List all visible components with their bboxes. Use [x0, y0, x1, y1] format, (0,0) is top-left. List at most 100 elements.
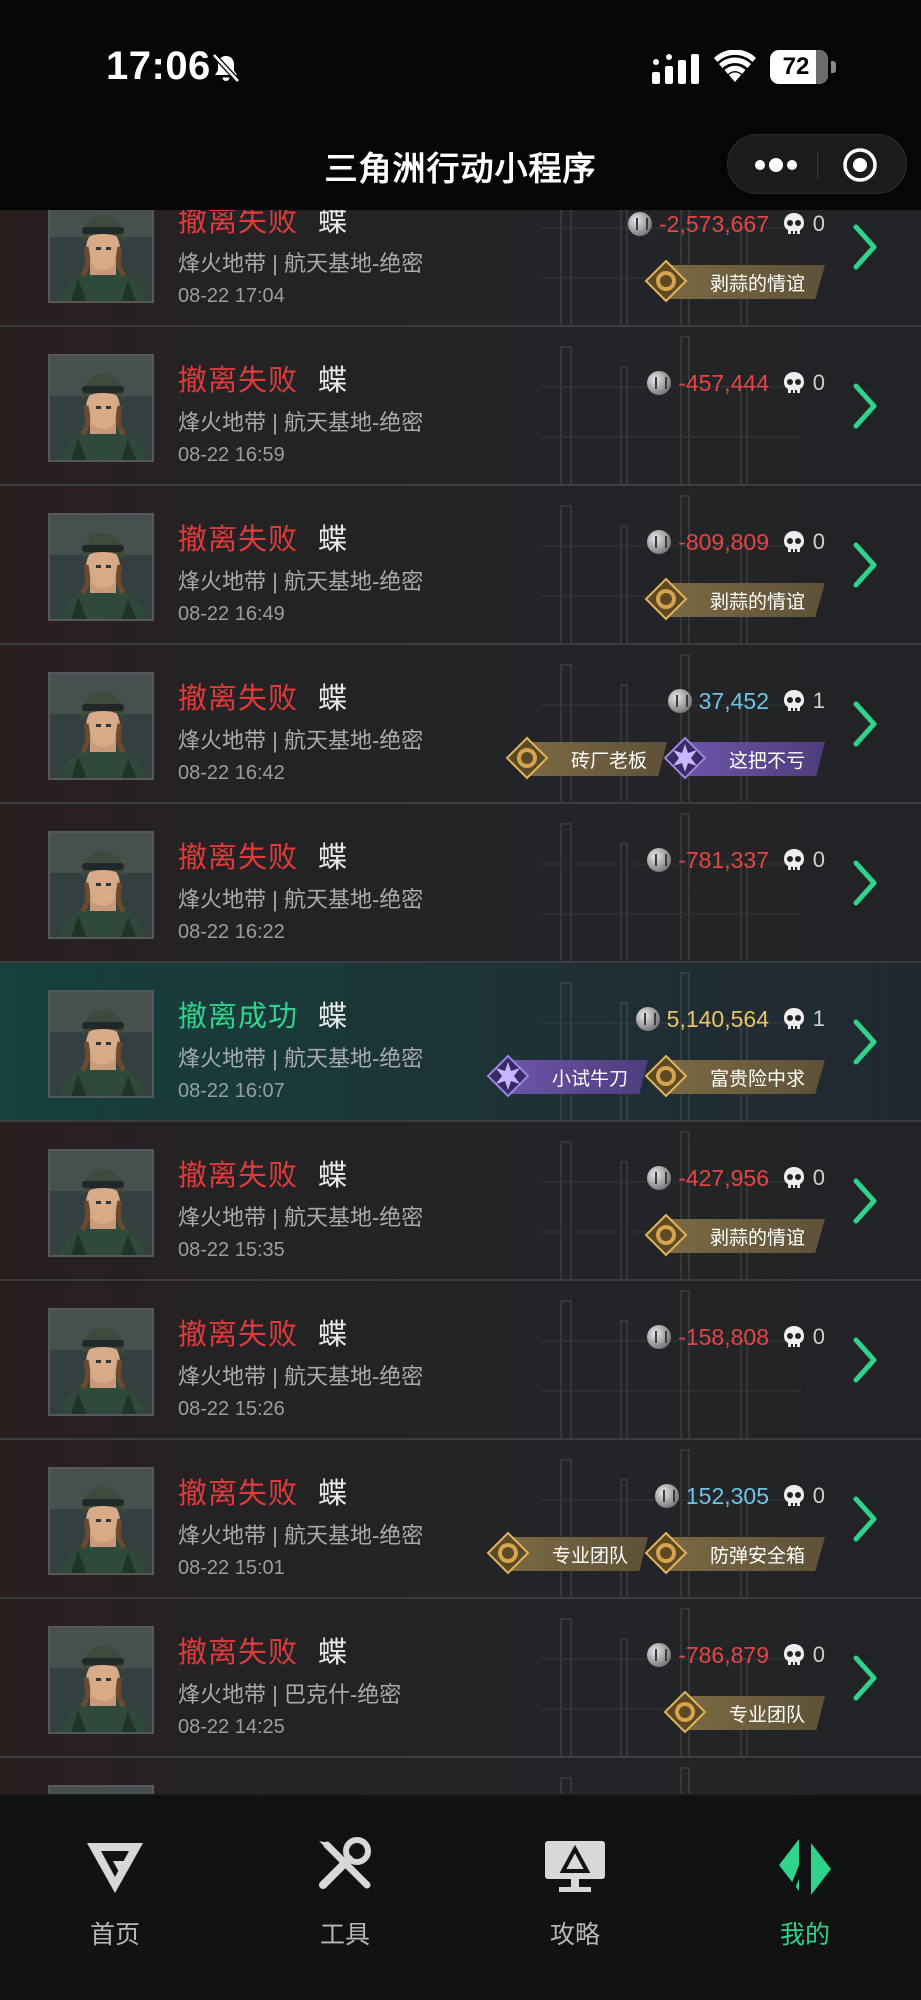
record-row[interactable]: 撤离失败蝶烽火地带 | 航天基地-绝密 08-22 15:26 -158,808 0 [0, 1281, 921, 1440]
operator-avatar [48, 1626, 154, 1734]
gold-gem-icon [644, 259, 688, 303]
map-mode: 烽火地带 | 航天基地-绝密 [178, 1523, 424, 1548]
extraction-status: 撤离失败 [178, 1478, 299, 1510]
operator-portrait-icon [50, 1310, 152, 1414]
record-row[interactable]: 撤离失败蝶烽火地带 | 航天基地-绝密 08-22 15:35 -427,956 0 剥… [0, 1122, 921, 1281]
operator-avatar [48, 354, 154, 462]
row-background-decoration [541, 1131, 801, 1279]
extraction-status: 撤离失败 [178, 842, 299, 874]
chevron-right-icon [853, 1178, 877, 1224]
operator-avatar [48, 1467, 154, 1575]
value-change: -158,808 [647, 1321, 769, 1353]
coin-icon [647, 371, 672, 395]
row-background-decoration [541, 1449, 801, 1597]
more-options-icon[interactable] [746, 149, 806, 181]
match-time: 08-22 17:04 [178, 285, 285, 307]
value-amount: -457,444 [678, 369, 769, 396]
row-background-decoration [541, 813, 801, 961]
kill-count-value: 0 [812, 1642, 825, 1667]
operator-portrait-icon [50, 356, 152, 460]
row-background-decoration [541, 972, 801, 1120]
operator-avatar [48, 1308, 154, 1416]
coin-icon [635, 1007, 660, 1031]
skull-icon [783, 1167, 804, 1189]
value-change: -786,879 [647, 1639, 769, 1671]
achievement-badge: 剥蒜的情谊 [644, 577, 825, 621]
value-amount: -781,337 [678, 846, 769, 873]
achievement-badge: 防弹安全箱 [644, 1531, 825, 1575]
skull-icon [783, 1008, 804, 1030]
record-row[interactable]: 撤离失败蝶烽火地带 | 航天基地-绝密 08-22 17:04 -2,573,667… [0, 210, 921, 327]
value-change: -457,444 [647, 367, 769, 399]
achievement-badge: 这把不亏 [663, 736, 825, 780]
operator-name: 蝶 [318, 1478, 348, 1510]
row-background-decoration [560, 1767, 690, 1794]
tab-home-label: 首页 [89, 1921, 140, 1949]
bottom-tab-bar: 首页 工具 攻略 我的 [0, 1794, 921, 2000]
extraction-status: 撤离成功 [178, 1001, 299, 1033]
capsule-divider [817, 151, 818, 179]
chevron-right-icon [853, 1496, 877, 1542]
achievement-badge: 专业团队 [663, 1690, 825, 1734]
tools-icon [319, 1837, 371, 1889]
operator-portrait-icon [50, 1787, 152, 1794]
coin-icon [667, 689, 692, 713]
extraction-status: 撤离失败 [178, 524, 299, 556]
row-background-decoration [541, 1290, 801, 1438]
value-change: -427,956 [647, 1162, 769, 1194]
close-miniprogram-icon[interactable] [841, 146, 879, 184]
row-background-decoration [541, 495, 801, 643]
value-change: 37,452 [667, 685, 769, 717]
achievement-badge: 富贵险中求 [644, 1054, 825, 1098]
record-row[interactable]: 撤离失败蝶烽火地带 | 航天基地-绝密 08-22 16:49 -809,809 0 剥… [0, 486, 921, 645]
operator-name: 蝶 [318, 210, 348, 238]
row-background-decoration [541, 336, 801, 484]
kill-count: 1 [783, 1003, 825, 1035]
tab-mine[interactable]: 我的 [740, 1835, 870, 1955]
map-mode: 烽火地带 | 航天基地-绝密 [178, 569, 424, 594]
achievement-badges: 小试牛刀 富贵险中求 [486, 1054, 825, 1098]
home-logo-icon [87, 1843, 143, 1893]
operator-avatar [48, 210, 154, 303]
tab-home[interactable]: 首页 [50, 1835, 180, 1955]
record-row[interactable]: 撤离成功蝶烽火地带 | 航天基地-绝密 08-22 16:07 5,140,564 1… [0, 963, 921, 1122]
match-record-list-inner: 撤离失败蝶烽火地带 | 航天基地-绝密 08-22 17:04 -2,573,667… [0, 210, 921, 1794]
record-row[interactable]: 撤离失败蝶烽火地带 | 航天基地-绝密 08-22 16:22 -781,337 0 [0, 804, 921, 963]
skull-icon [783, 1326, 804, 1348]
tab-tools[interactable]: 工具 [280, 1835, 410, 1955]
coin-icon [647, 530, 672, 554]
achievement-badge: 剥蒜的情谊 [644, 1213, 825, 1257]
record-row[interactable]: 撤离失败蝶 [0, 1758, 921, 1794]
chevron-right-icon [853, 1655, 877, 1701]
record-row[interactable]: 撤离失败蝶烽火地带 | 航天基地-绝密 08-22 15:01 152,305 0 专业… [0, 1440, 921, 1599]
achievement-badges: 剥蒜的情谊 [644, 259, 825, 303]
record-row[interactable]: 撤离失败蝶烽火地带 | 航天基地-绝密 08-22 16:59 -457,444 0 [0, 327, 921, 486]
extraction-status: 撤离失败 [178, 1637, 299, 1669]
purple-gem-icon [486, 1054, 530, 1098]
operator-name: 蝶 [318, 842, 348, 874]
row-background-decoration [541, 654, 801, 802]
record-row[interactable]: 撤离失败蝶烽火地带 | 航天基地-绝密 08-22 16:42 37,452 1 砖厂老… [0, 645, 921, 804]
operator-avatar [48, 513, 154, 621]
match-record-list[interactable]: 撤离失败蝶烽火地带 | 航天基地-绝密 08-22 17:04 -2,573,667… [0, 210, 921, 1794]
bell-muted-icon [212, 53, 240, 83]
tab-guide[interactable]: 攻略 [510, 1835, 640, 1955]
app-screen: 17:06 72 三角洲行动小程序 撤离失败 蝶 烽火地带 | 航天基地-绝密 … [0, 0, 921, 2000]
value-amount: 37,452 [698, 687, 769, 714]
map-mode: 烽火地带 | 航天基地-绝密 [178, 887, 424, 912]
row-background-decoration [541, 1608, 801, 1756]
kill-count-value: 0 [812, 847, 825, 872]
kill-count: 0 [783, 1162, 825, 1194]
status-time: 17:06 [106, 44, 211, 88]
gold-gem-icon [644, 1213, 688, 1257]
achievement-badge: 小试牛刀 [486, 1054, 648, 1098]
operator-portrait-icon [50, 833, 152, 937]
value-amount: -786,879 [678, 1641, 769, 1668]
operator-avatar [48, 672, 154, 780]
achievement-badges: 剥蒜的情谊 [644, 1213, 825, 1257]
achievement-badge: 砖厂老板 [505, 736, 667, 780]
extraction-status: 撤离失败 [178, 365, 299, 397]
kill-count: 0 [783, 526, 825, 558]
record-row[interactable]: 撤离失败蝶烽火地带 | 巴克什-绝密 08-22 14:25 -786,879 0 专业… [0, 1599, 921, 1758]
skull-icon [783, 1644, 804, 1666]
